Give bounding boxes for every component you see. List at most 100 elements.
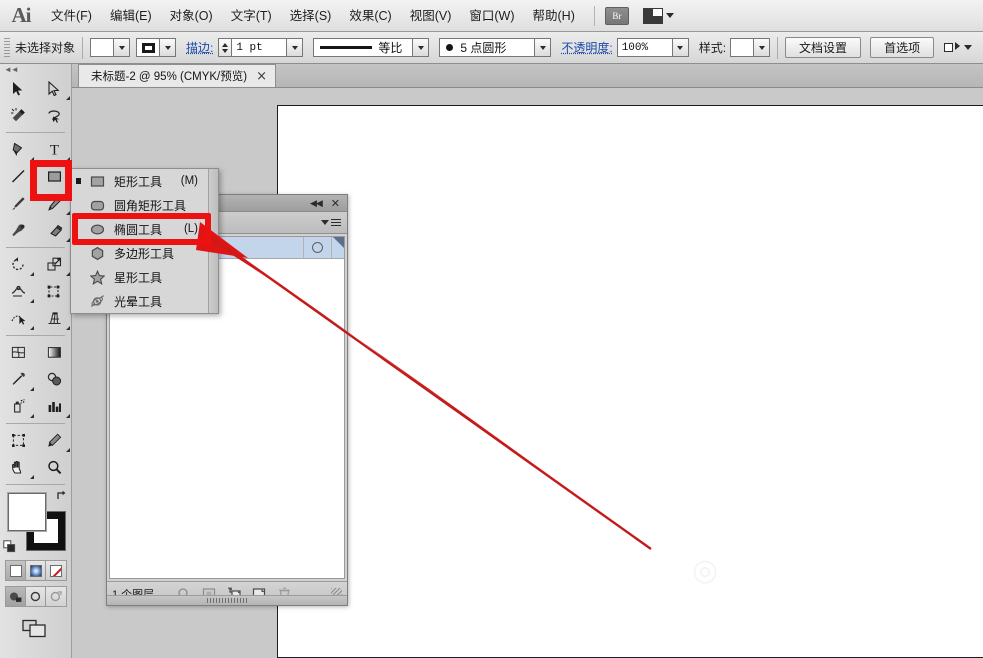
stroke-label[interactable]: 描边: — [186, 39, 213, 56]
flyout-item-rounded-rectangle-tool[interactable]: 圆角矩形工具 — [71, 193, 218, 217]
flyout-item-polygon-tool[interactable]: 多边形工具 — [71, 241, 218, 265]
panel-bottom-grip[interactable] — [107, 595, 347, 605]
draw-behind-button[interactable] — [26, 587, 46, 606]
slice-tool[interactable] — [36, 427, 72, 454]
flare-icon — [89, 293, 105, 309]
stroke-weight-stepper[interactable] — [218, 38, 232, 57]
perspective-grid-tool[interactable] — [36, 305, 72, 332]
fill-swatch[interactable] — [90, 38, 115, 57]
chevron-down-icon — [758, 45, 765, 50]
opacity-control[interactable]: 100% — [616, 38, 689, 57]
tools-panel-handle[interactable]: ◄◄ — [0, 64, 71, 75]
flyout-tearoff-strip[interactable] — [208, 169, 218, 313]
pen-tool[interactable] — [0, 136, 36, 163]
stroke-weight-control[interactable]: 1 pt — [218, 38, 304, 57]
artboard[interactable] — [277, 105, 983, 658]
stroke-dropdown-button[interactable] — [160, 38, 177, 57]
stroke-color-control[interactable] — [136, 38, 177, 57]
bridge-icon[interactable]: Br — [604, 6, 629, 25]
menu-view[interactable]: 视图(V) — [401, 0, 461, 32]
menu-object[interactable]: 对象(O) — [161, 0, 222, 32]
direct-selection-tool[interactable] — [36, 75, 72, 102]
tool-corner-indicator — [66, 157, 70, 161]
opacity-label[interactable]: 不透明度: — [561, 39, 612, 56]
fill-color-control[interactable] — [90, 38, 131, 57]
document-setup-button[interactable]: 文档设置 — [785, 37, 862, 58]
blend-tool[interactable] — [36, 366, 72, 393]
menu-window[interactable]: 窗口(W) — [460, 0, 523, 32]
rectangle-tool[interactable] — [36, 163, 72, 190]
fill-color-swatch[interactable] — [8, 493, 46, 531]
draw-normal-button[interactable] — [6, 587, 26, 606]
document-tab[interactable]: 未标题-2 @ 95% (CMYK/预览) × — [78, 64, 276, 87]
shape-builder-tool[interactable] — [0, 305, 36, 332]
style-swatch[interactable] — [730, 38, 755, 57]
pencil-tool[interactable] — [36, 190, 72, 217]
change-screen-mode-button[interactable] — [0, 619, 71, 639]
blob-brush-tool[interactable] — [0, 217, 36, 244]
menu-help[interactable]: 帮助(H) — [524, 0, 584, 32]
rotate-tool[interactable] — [0, 251, 36, 278]
flyout-item-ellipse-tool[interactable]: 椭圆工具 (L) — [71, 217, 218, 241]
width-profile-display[interactable]: 等比 — [313, 38, 414, 57]
variable-width-profile-control[interactable]: 等比 — [313, 38, 430, 57]
opacity-input[interactable]: 100% — [616, 38, 673, 57]
flyout-label-rectangle: 矩形工具 — [114, 174, 163, 189]
arrange-glyph — [642, 7, 663, 24]
stroke-swatch[interactable] — [136, 38, 161, 57]
none-mode-button[interactable] — [46, 561, 66, 580]
brush-display[interactable]: 5 点圆形 — [439, 38, 536, 57]
menu-effect[interactable]: 效果(C) — [340, 0, 400, 32]
zoom-tool[interactable] — [36, 454, 72, 481]
column-graph-tool[interactable] — [36, 393, 72, 420]
artboard-tool[interactable] — [0, 427, 36, 454]
width-profile-dropdown-button[interactable] — [413, 38, 430, 57]
collapse-panel-icon[interactable]: ◀◀ — [310, 198, 323, 209]
default-fill-stroke-icon[interactable] — [3, 540, 16, 553]
opacity-dropdown-button[interactable] — [672, 38, 689, 57]
draw-inside-button[interactable] — [46, 587, 66, 606]
brush-definition-control[interactable]: 5 点圆形 — [439, 38, 552, 57]
lasso-tool[interactable] — [36, 102, 72, 129]
flyout-item-flare-tool[interactable]: 光晕工具 — [71, 289, 218, 313]
draw-mode-icon[interactable] — [944, 41, 973, 55]
symbol-sprayer-tool[interactable] — [0, 393, 36, 420]
close-icon[interactable]: ✕ — [331, 198, 340, 209]
style-dropdown-button[interactable] — [754, 38, 771, 57]
stroke-weight-input[interactable]: 1 pt — [231, 38, 288, 57]
selection-tool[interactable] — [0, 75, 36, 102]
paintbrush-tool[interactable] — [0, 190, 36, 217]
layer-target-icon[interactable] — [303, 237, 331, 258]
close-icon[interactable]: × — [256, 70, 267, 83]
flyout-item-star-tool[interactable]: 星形工具 — [71, 265, 218, 289]
line-segment-tool[interactable] — [0, 163, 36, 190]
stroke-weight-dropdown-button[interactable] — [287, 38, 304, 57]
color-swatch-icon — [9, 564, 22, 577]
gradient-tool[interactable] — [36, 339, 72, 366]
preferences-button[interactable]: 首选项 — [870, 37, 935, 58]
tool-corner-indicator — [30, 299, 34, 303]
flyout-item-rectangle-tool[interactable]: 矩形工具 (M) — [71, 169, 218, 193]
eraser-tool[interactable] — [36, 217, 72, 244]
eyedropper-tool[interactable] — [0, 366, 36, 393]
magic-wand-tool[interactable] — [0, 102, 36, 129]
mesh-tool[interactable] — [0, 339, 36, 366]
width-tool[interactable] — [0, 278, 36, 305]
menu-file[interactable]: 文件(F) — [42, 0, 101, 32]
fill-dropdown-button[interactable] — [114, 38, 131, 57]
gradient-mode-button[interactable] — [26, 561, 46, 580]
scale-tool[interactable] — [36, 251, 72, 278]
free-transform-tool[interactable] — [36, 278, 72, 305]
panel-menu-icon[interactable] — [321, 218, 341, 227]
graphic-style-control[interactable] — [730, 38, 771, 57]
control-bar-grip[interactable] — [4, 37, 10, 58]
menu-select[interactable]: 选择(S) — [281, 0, 341, 32]
type-tool[interactable]: T — [36, 136, 72, 163]
arrange-documents-icon[interactable] — [642, 7, 674, 24]
hand-tool[interactable] — [0, 454, 36, 481]
menu-type[interactable]: 文字(T) — [222, 0, 281, 32]
color-mode-button[interactable] — [6, 561, 26, 580]
menu-edit[interactable]: 编辑(E) — [101, 0, 161, 32]
swap-fill-stroke-icon[interactable] — [55, 489, 68, 502]
brush-dropdown-button[interactable] — [535, 38, 552, 57]
